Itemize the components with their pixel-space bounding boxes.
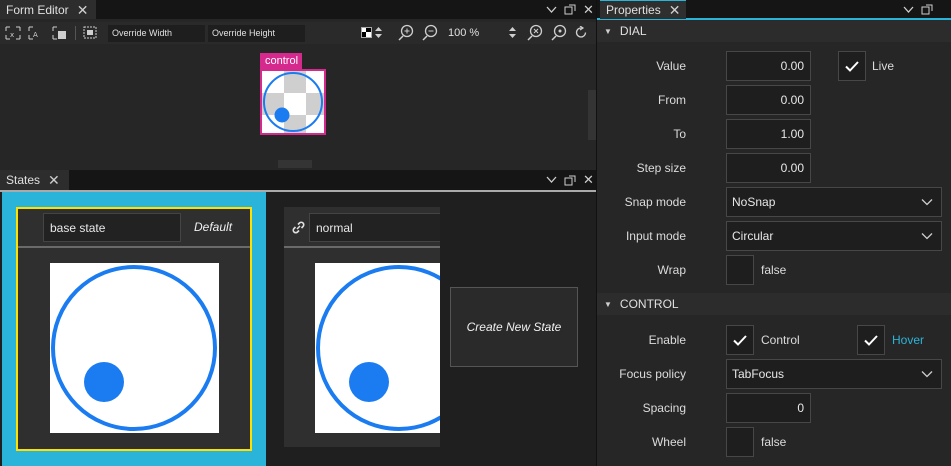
collapse-arrow-icon: ▼	[604, 299, 612, 309]
value-label: Value	[656, 59, 686, 73]
zoom-all-icon[interactable]	[527, 24, 544, 41]
link-icon[interactable]	[292, 221, 305, 234]
canvas-scrollbar-horizontal[interactable]	[278, 160, 312, 168]
zoom-spin-icon[interactable]	[509, 27, 516, 38]
chevron-down-icon	[921, 371, 933, 378]
tab-form-editor-label: Form Editor	[6, 2, 69, 17]
input-mode-label: Input mode	[625, 229, 686, 243]
to-field[interactable]: 1.00	[726, 119, 811, 149]
close-icon[interactable]: ✕	[77, 3, 89, 17]
wheel-label: Wheel	[651, 435, 686, 449]
snap-mode-value: NoSnap	[732, 195, 776, 209]
properties-window-controls	[903, 0, 933, 19]
background-color-icon[interactable]	[361, 27, 372, 38]
dial-preview	[263, 72, 323, 132]
focus-policy-label: Focus policy	[619, 367, 686, 381]
chevron-down-icon[interactable]	[546, 176, 557, 184]
dial-preview	[316, 265, 440, 431]
from-field[interactable]: 0.00	[726, 85, 811, 115]
select-frame-icon[interactable]	[83, 26, 97, 39]
hover-checkbox[interactable]	[857, 325, 885, 355]
live-checkbox[interactable]	[838, 51, 866, 81]
svg-text:A: A	[33, 31, 38, 39]
wheel-value: false	[761, 435, 787, 449]
normal-state-name-field[interactable]: normal	[309, 213, 440, 242]
wrap-label: Wrap	[657, 263, 686, 277]
spin-arrows-icon[interactable]	[375, 27, 382, 38]
snap-mode-select[interactable]: NoSnap	[726, 187, 942, 217]
input-mode-value: Circular	[732, 229, 774, 243]
tab-properties-label: Properties	[606, 3, 661, 17]
zoom-out-icon[interactable]	[422, 24, 439, 41]
chevron-down-icon	[921, 233, 933, 240]
close-icon[interactable]: ✕	[669, 3, 681, 17]
reset-size-icon[interactable]: A	[28, 26, 44, 40]
states-tabbar	[0, 170, 596, 190]
focus-policy-select[interactable]: TabFocus	[726, 359, 942, 389]
close-icon[interactable]: ✕	[583, 2, 594, 18]
toolbar-separator	[75, 26, 76, 40]
checkmark-icon	[845, 60, 859, 72]
zoom-in-icon[interactable]	[398, 24, 415, 41]
input-mode-select[interactable]: Circular	[726, 221, 942, 251]
root-item-icon[interactable]	[52, 26, 68, 40]
enable-control-label: Control	[761, 333, 800, 347]
fit-selection-icon[interactable]: x	[5, 26, 21, 40]
override-width-input[interactable]: Override Width	[108, 25, 205, 42]
zoom-selection-icon[interactable]	[551, 24, 568, 41]
control-preview-item[interactable]	[260, 69, 326, 135]
chevron-down-icon[interactable]	[546, 6, 557, 14]
undock-icon[interactable]	[921, 4, 933, 15]
dial-section-header[interactable]: ▼ DIAL	[597, 20, 951, 42]
wrap-checkbox[interactable]	[726, 255, 754, 285]
collapse-arrow-icon: ▼	[604, 26, 612, 36]
dial-preview	[51, 265, 217, 431]
base-state-preview	[50, 263, 219, 433]
live-label: Live	[872, 59, 895, 73]
tab-form-editor[interactable]: Form Editor ✕	[0, 0, 96, 19]
spacing-field[interactable]: 0	[726, 393, 811, 423]
dial-section-title: DIAL	[619, 24, 647, 38]
base-state-divider	[18, 246, 250, 248]
reset-view-icon[interactable]	[575, 26, 588, 39]
checkmark-icon	[733, 334, 747, 346]
normal-state-divider	[284, 246, 440, 248]
create-new-state-label: Create New State	[466, 320, 562, 334]
chevron-down-icon	[921, 199, 933, 206]
wrap-value: false	[761, 263, 787, 277]
hover-label: Hover	[892, 333, 925, 347]
step-size-field[interactable]: 0.00	[726, 153, 811, 183]
undock-icon[interactable]	[564, 175, 576, 186]
from-label: From	[658, 93, 686, 107]
enable-label: Enable	[648, 333, 686, 347]
enable-control-checkbox[interactable]	[726, 325, 754, 355]
chevron-down-icon[interactable]	[903, 6, 914, 14]
value-field[interactable]: 0.00	[726, 51, 811, 81]
default-badge: Default	[194, 220, 233, 234]
to-label: To	[673, 127, 686, 141]
tab-states[interactable]: States ✕	[0, 170, 69, 190]
zoom-level[interactable]: 100 %	[448, 27, 479, 39]
form-editor-window-controls: ✕	[546, 0, 594, 19]
normal-state-card[interactable]: normal	[284, 207, 440, 447]
create-new-state-button[interactable]: Create New State	[450, 287, 578, 367]
svg-text:x: x	[10, 31, 14, 39]
control-selection-label: control	[260, 53, 302, 69]
tab-properties[interactable]: Properties ✕	[600, 0, 686, 19]
undock-icon[interactable]	[564, 4, 576, 15]
tab-states-label: States	[6, 173, 41, 187]
override-height-input[interactable]: Override Height	[208, 25, 305, 42]
wheel-checkbox[interactable]	[726, 427, 754, 457]
base-state-name-field[interactable]: base state	[43, 213, 181, 242]
focus-policy-value: TabFocus	[732, 367, 785, 381]
normal-state-preview	[315, 263, 440, 433]
control-section-title: CONTROL	[619, 297, 679, 311]
snap-mode-label: Snap mode	[624, 195, 686, 209]
checkmark-icon	[864, 334, 878, 346]
spacing-label: Spacing	[642, 401, 686, 415]
control-section-header[interactable]: ▼ CONTROL	[597, 293, 951, 315]
close-icon[interactable]: ✕	[48, 173, 60, 187]
step-size-label: Step size	[636, 161, 686, 175]
